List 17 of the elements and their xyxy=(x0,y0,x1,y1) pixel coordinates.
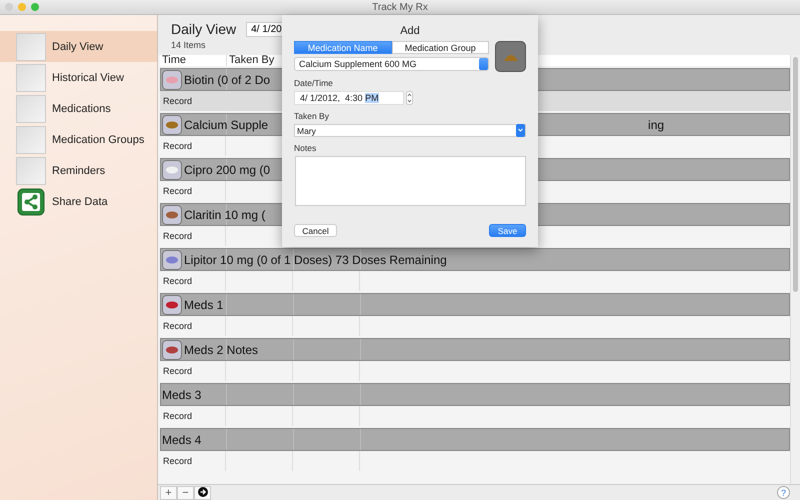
group-title: Meds 2 Notes xyxy=(184,342,258,356)
group-title: Meds 1 xyxy=(184,298,224,312)
item-count: 14 Items xyxy=(171,40,206,50)
group-title: Meds 3 xyxy=(162,388,202,402)
group-title: Cipro 200 mg (0 xyxy=(184,162,270,176)
group-title: Lipitor 10 mg (0 of 1 Doses) 73 Doses Remaining xyxy=(184,252,447,266)
group-title: Biotin (0 of 2 Do xyxy=(184,72,270,86)
dialog-title: Add xyxy=(399,25,421,37)
window-title: Track My Rx xyxy=(372,2,428,12)
group-title: Calcium Supple xyxy=(184,118,268,132)
field-label: Taken By xyxy=(294,111,330,121)
field-label: Notes xyxy=(294,143,318,153)
field-label: Date/Time xyxy=(294,78,334,88)
group-title: Claritin 10 mg ( xyxy=(184,208,266,222)
group-title: ing xyxy=(648,118,664,132)
group-title: Meds 4 xyxy=(162,432,202,446)
page-title: Daily View xyxy=(171,21,236,37)
